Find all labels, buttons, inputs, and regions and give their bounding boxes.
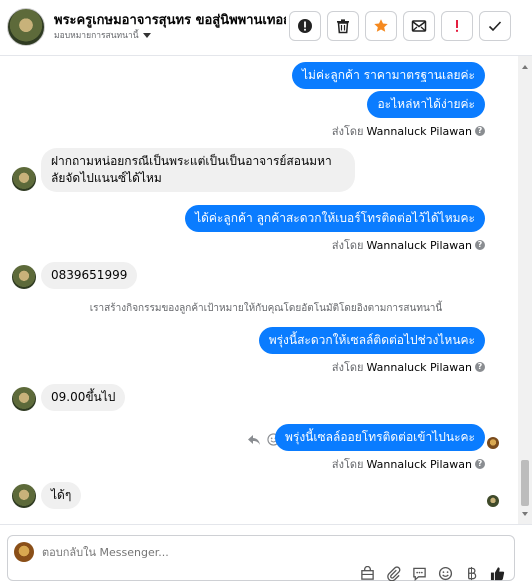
sender-name: Wannaluck Pilawan [366,238,473,252]
help-icon[interactable]: ? [475,240,485,250]
page-avatar [14,542,34,562]
scrollbar[interactable] [518,56,532,524]
composer-box [7,535,515,581]
message-bubble[interactable]: ได้ๆ [41,482,82,509]
delete-button[interactable] [327,11,359,41]
quick-reply-button[interactable] [411,566,428,581]
emoji-icon [438,566,453,581]
contact-avatar[interactable] [7,8,45,46]
payment-button[interactable] [463,566,480,581]
message-bubble[interactable]: พรุ่งนี้สะดวกให้เซลล์ติดต่อไปช่วงไหนคะ [258,327,485,354]
spam-icon [456,20,458,32]
sender-name: Wannaluck Pilawan [366,457,473,471]
message-bubble[interactable]: ได้ค่ะลูกค้า ลูกค้าสะดวกให้เบอร์โทรติดต่… [185,205,485,232]
like-button[interactable] [489,566,506,581]
message-bubble[interactable]: พรุ่งนี้เซลล์ออยโทรติดต่อเข้าไปนะคะ [274,424,485,451]
help-icon[interactable]: ? [475,126,485,136]
info-icon [298,19,312,33]
scrollbar-thumb[interactable] [521,460,529,506]
contact-name[interactable]: พระครูเกษมอาจารสุนทร ขอสู่นิพพานเทอญ [54,9,286,30]
composer-toolbar [359,566,506,581]
read-receipt-avatar [487,437,499,449]
quick-reply-icon [413,567,426,581]
message-bubble[interactable]: 09.00ขึ้นไป [41,384,126,411]
reply-icon[interactable] [247,434,261,446]
sender-name: Wannaluck Pilawan [366,124,473,138]
emoji-button[interactable] [437,566,454,581]
info-button[interactable] [289,11,321,41]
reply-input[interactable] [42,546,342,559]
assign-conversation-dropdown[interactable]: มอบหมายการสนทนานี้ [54,28,151,42]
done-icon [488,21,502,32]
shop-icon [361,566,374,580]
system-notice: เราสร้างกิจกรรมของลูกค้าเป้าหมายให้กับคุ… [89,303,443,314]
attach-button[interactable] [385,566,402,581]
done-button[interactable] [479,11,511,41]
spam-button[interactable] [441,11,473,41]
caret-down-icon [142,32,151,38]
contact-avatar[interactable] [12,387,36,411]
contact-avatar[interactable] [12,265,36,289]
message-thread: ไม่ค่ะลูกค้า ราคามาตรฐานเลยค่ะ อะไหล่หาไ… [0,56,532,524]
attach-icon [387,566,401,581]
payment-icon [468,566,477,581]
scroll-down-arrow-icon[interactable] [522,512,528,516]
trash-icon [337,19,349,34]
seen-avatar [487,495,499,507]
sent-by-label: ส่งโดย Wannaluck Pilawan ? [332,358,485,376]
sent-by-label: ส่งโดย Wannaluck Pilawan ? [332,122,485,140]
header-toolbar [289,11,511,41]
star-button[interactable] [365,11,397,41]
sender-name: Wannaluck Pilawan [366,360,473,374]
scroll-up-arrow-icon[interactable] [522,65,528,69]
mark-unread-icon [411,20,427,32]
message-bubble[interactable]: ไม่ค่ะลูกค้า ราคามาตรฐานเลยค่ะ [292,62,485,89]
message-bubble[interactable]: 0839651999 [41,262,138,289]
message-bubble[interactable]: ฝากถามหน่อยกรณีเป็นพระแต่เป็นเป็นอาจารย์… [41,148,355,192]
shop-button[interactable] [359,566,376,581]
conversation-header: พระครูเกษมอาจารสุนทร ขอสู่นิพพานเทอญ มอบ… [0,0,532,56]
sent-by-label: ส่งโดย Wannaluck Pilawan ? [332,236,485,254]
like-icon [490,567,505,581]
mark-unread-button[interactable] [403,11,435,41]
message-bubble[interactable]: อะไหล่หาได้ง่ายค่ะ [367,91,485,118]
assign-label: มอบหมายการสนทนานี้ [54,31,139,41]
help-icon[interactable]: ? [475,362,485,372]
composer [0,524,532,586]
star-icon [374,19,388,32]
contact-avatar[interactable] [12,484,36,508]
sent-by-label: ส่งโดย Wannaluck Pilawan ? [332,455,485,473]
help-icon[interactable]: ? [475,459,485,469]
contact-avatar[interactable] [12,167,36,191]
